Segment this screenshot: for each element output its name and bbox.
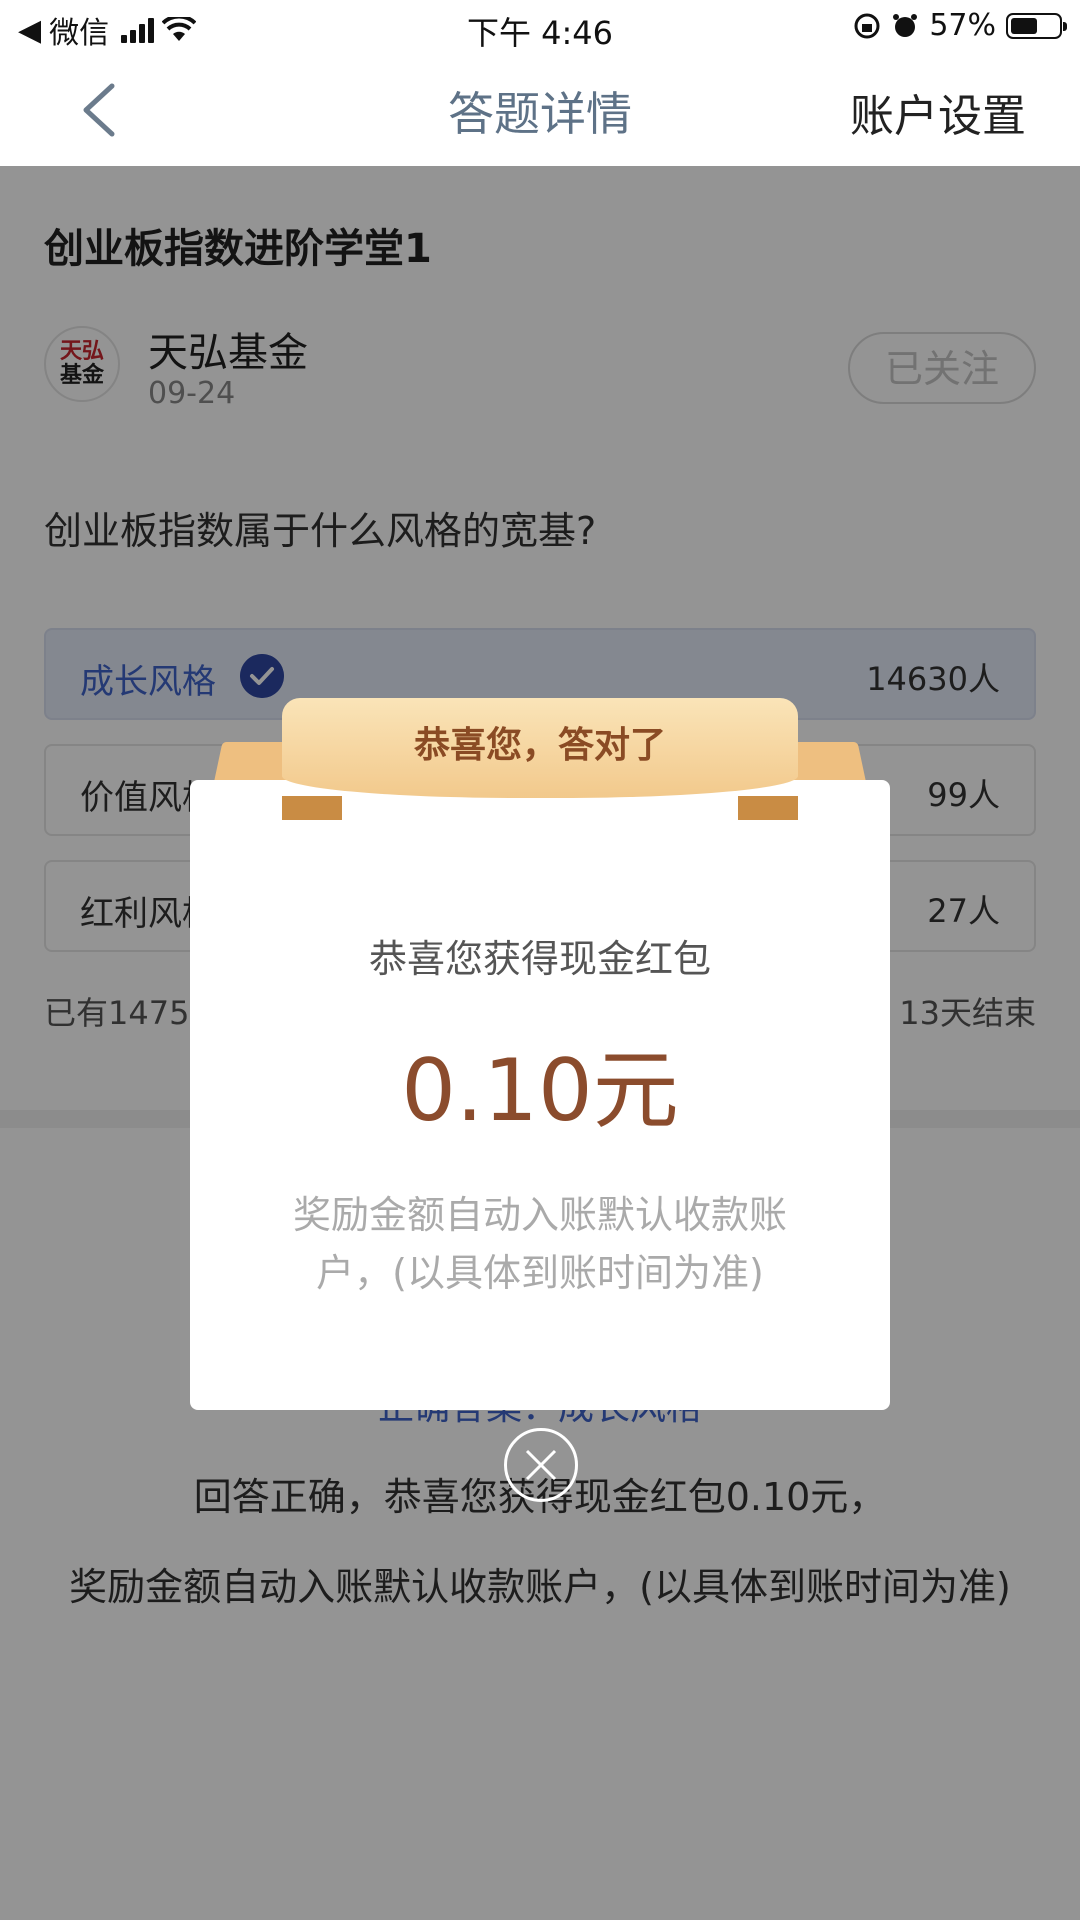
ribbon-fold-left	[282, 796, 342, 820]
battery-level	[1011, 17, 1037, 34]
reward-subtitle: 恭喜您获得现金红包	[368, 937, 711, 981]
congrats-ribbon: 恭喜您，答对了	[282, 698, 798, 798]
battery-percent: 57%	[929, 8, 996, 43]
alarm-icon	[893, 13, 918, 37]
reward-note: 奖励金额自动入账默认收款账户，(以具体到账时间为准)	[292, 1193, 787, 1295]
orientation-lock-icon	[854, 13, 880, 38]
close-modal-button[interactable]	[504, 1428, 578, 1502]
account-settings-button[interactable]: 账户设置	[850, 80, 1026, 144]
reward-amount: 0.10元	[401, 1041, 679, 1141]
battery-icon	[1006, 12, 1067, 39]
close-icon	[525, 1449, 557, 1481]
nav-bar: 答题详情 账户设置	[0, 54, 1080, 166]
ribbon-fold-right	[738, 796, 798, 820]
status-bar: ◀ 微信 下午 4:46 57%	[0, 0, 1080, 54]
